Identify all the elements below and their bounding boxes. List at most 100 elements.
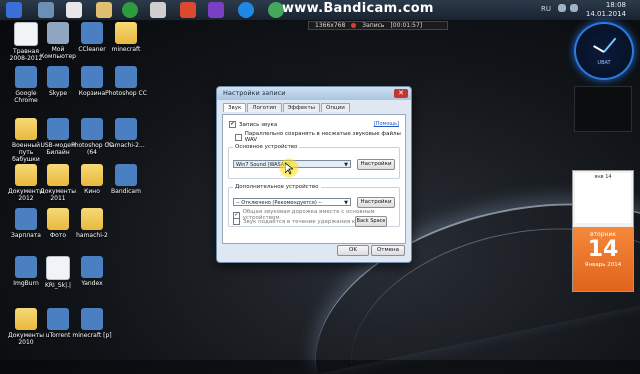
secondary-device-value: -- Отключено (Рекомендуется) -- xyxy=(236,200,322,206)
folder-icon xyxy=(115,22,137,44)
calendar-today: вторник 14 Январь 2014 xyxy=(573,227,633,291)
tab-logo[interactable]: Логотип xyxy=(247,103,282,112)
skype-icon[interactable] xyxy=(238,2,254,18)
app-icon xyxy=(115,118,137,140)
folder-icon[interactable] xyxy=(96,2,112,18)
calendar-mini-month: янв 14 xyxy=(575,173,631,223)
recording-elapsed: [00:01:57] xyxy=(390,22,423,29)
desktop-icon-label: Bandicam xyxy=(111,188,141,195)
clock-minute-hand xyxy=(603,37,617,53)
wav-label: Параллельно сохранять в несжатые звуковы… xyxy=(244,131,401,143)
desktop-icon[interactable]: hamachi-2... xyxy=(104,118,148,149)
desktop-icon-label: hamachi-2... xyxy=(107,142,145,149)
computer-icon xyxy=(47,22,69,44)
record-sound-row[interactable]: ✔ Запись звука xyxy=(229,121,277,128)
slideshow-gadget[interactable] xyxy=(574,86,632,132)
notepad-icon[interactable] xyxy=(150,2,166,18)
primary-device-group: Основное устройство Win7 Sound (WASAPI) … xyxy=(228,144,400,179)
clock-gadget[interactable]: UBAT xyxy=(574,22,634,80)
hold-checkbox[interactable] xyxy=(233,218,240,225)
clock-hour-hand xyxy=(593,45,605,53)
dialog-titlebar[interactable]: Настройки записи ✕ xyxy=(217,87,411,100)
dialog-title: Настройки записи xyxy=(223,89,286,97)
tab-effects[interactable]: Эффекты xyxy=(282,103,320,112)
ok-button[interactable]: OK xyxy=(337,245,369,256)
wav-checkbox[interactable] xyxy=(235,133,242,141)
desktop-icon[interactable]: Photoshop CC xyxy=(104,66,148,97)
dialog-tabs: Звук Логотип Эффекты Опции xyxy=(223,103,411,112)
media-icon[interactable] xyxy=(180,2,196,18)
mouse-pointer-icon xyxy=(285,163,293,175)
desktop-icon-label: minecraft xyxy=(111,46,141,53)
app-icon xyxy=(81,308,103,330)
app-icon xyxy=(115,164,137,186)
folder-icon xyxy=(47,208,69,230)
app-icon xyxy=(81,22,103,44)
taskbar-top: www.Bandicam.com RU 18:08 14.01.2014 xyxy=(0,0,640,21)
system-clock[interactable]: 18:08 14.01.2014 xyxy=(586,1,626,19)
record-sound-checkbox[interactable]: ✔ xyxy=(229,121,236,128)
sound-tab-panel: [Помощь] ✔ Запись звука Параллельно сохр… xyxy=(222,114,406,244)
bandicam-watermark: www.Bandicam.com xyxy=(282,1,434,16)
secondary-settings-button[interactable]: Настройки xyxy=(357,197,395,208)
start-icon[interactable] xyxy=(6,2,22,18)
folder-icon xyxy=(15,164,37,186)
calendar-month: Январь 2014 xyxy=(584,262,622,268)
tab-options[interactable]: Опции xyxy=(321,103,350,112)
app-icon[interactable] xyxy=(208,2,224,18)
folder-icon xyxy=(81,208,103,230)
help-link[interactable]: [Помощь] xyxy=(374,121,399,127)
app-icon xyxy=(15,208,37,230)
volume-icon[interactable] xyxy=(570,4,578,12)
language-indicator[interactable]: RU xyxy=(541,5,551,13)
desktop-icon-label: Yandex xyxy=(81,280,103,287)
desktop-icon-label: hamachi-2 xyxy=(76,232,108,239)
hold-key-field[interactable]: Back Space xyxy=(355,216,387,227)
app-icon xyxy=(15,66,37,88)
folder-icon xyxy=(15,308,37,330)
secondary-device-group: Дополнительное устройство -- Отключено (… xyxy=(228,184,400,227)
desktop-icon-label: minecraft [p] xyxy=(72,332,112,339)
doc-icon xyxy=(46,256,70,280)
desktop-icon[interactable]: minecraft [p] xyxy=(70,308,114,339)
clock-time: 18:08 xyxy=(605,1,626,9)
primary-settings-button[interactable]: Настройки xyxy=(357,159,395,170)
recording-status-bar: 1366x768 Запись [00:01:57] xyxy=(308,21,448,30)
tab-sound[interactable]: Звук xyxy=(223,103,247,112)
app-icon xyxy=(47,66,69,88)
desktop-icon[interactable]: hamachi-2 xyxy=(70,208,114,239)
desktop-icon[interactable]: minecraft xyxy=(104,22,148,53)
desktop-icon[interactable]: Yandex xyxy=(70,256,114,287)
record-sound-label: Запись звука xyxy=(239,121,278,128)
explorer-icon[interactable] xyxy=(38,2,54,18)
chevron-down-icon: ▼ xyxy=(344,162,348,168)
clock-gadget-label: UBAT xyxy=(597,60,611,66)
app-icon xyxy=(115,66,137,88)
recording-status: Запись xyxy=(362,22,385,29)
doc-icon xyxy=(14,22,38,46)
app-icon xyxy=(47,308,69,330)
cancel-button[interactable]: Отмена xyxy=(371,245,405,256)
utorrent-icon[interactable] xyxy=(122,2,138,18)
desktop-icon[interactable]: Bandicam xyxy=(104,164,148,195)
clock-date: 14.01.2014 xyxy=(585,10,626,18)
wav-row[interactable]: Параллельно сохранять в несжатые звуковы… xyxy=(235,131,405,143)
primary-group-title: Основное устройство xyxy=(233,144,300,150)
desktop-icon-label: Photoshop CC xyxy=(105,90,147,97)
secondary-device-select[interactable]: -- Отключено (Рекомендуется) -- ▼ xyxy=(233,198,351,206)
recording-settings-dialog: Настройки записи ✕ Звук Логотип Эффекты … xyxy=(216,86,412,263)
window-icon[interactable] xyxy=(66,2,82,18)
calendar-gadget[interactable]: янв 14 вторник 14 Январь 2014 xyxy=(572,170,634,292)
chevron-down-icon: ▼ xyxy=(344,200,348,206)
folder-icon xyxy=(81,164,103,186)
calendar-header: янв 14 xyxy=(594,174,612,180)
network-icon[interactable] xyxy=(558,4,566,12)
app-icon xyxy=(15,256,37,278)
app-icon xyxy=(81,118,103,140)
close-icon[interactable]: ✕ xyxy=(394,89,408,98)
secondary-group-title: Дополнительное устройство xyxy=(233,184,321,190)
folder-icon xyxy=(15,118,37,140)
app-icon xyxy=(81,66,103,88)
folder-icon xyxy=(47,164,69,186)
calendar-day: 14 xyxy=(587,237,619,262)
